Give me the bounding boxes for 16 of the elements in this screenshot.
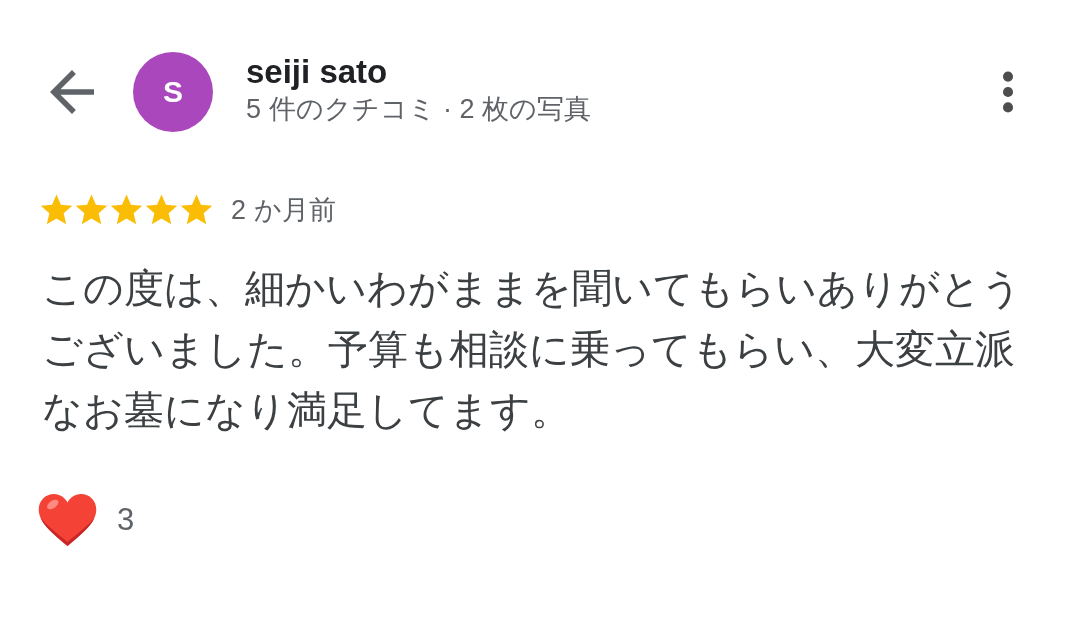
star-icon xyxy=(75,194,108,226)
heart-icon xyxy=(38,493,97,547)
review-date: 2 か月前 xyxy=(231,194,336,227)
star-icon xyxy=(110,194,143,226)
arrow-left-icon xyxy=(50,70,94,114)
back-button[interactable] xyxy=(50,70,94,114)
more-vertical-icon xyxy=(1002,71,1014,113)
star-icon xyxy=(145,194,178,226)
author-name: seiji sato xyxy=(246,53,388,91)
star-icon xyxy=(40,194,73,226)
review-stats: 5 件のクチコミ · 2 枚の写真 xyxy=(246,93,592,126)
avatar: S xyxy=(133,52,213,132)
review-text: この度は、細かいわがままを聞いてもらいありがとうございました。予算も相談に乗ってもらい、大変立派なお墓になり満足してます。 xyxy=(42,264,1023,435)
star-icon xyxy=(180,194,213,226)
like-button[interactable]: 3 xyxy=(38,493,135,547)
more-options-button[interactable] xyxy=(1001,70,1015,114)
